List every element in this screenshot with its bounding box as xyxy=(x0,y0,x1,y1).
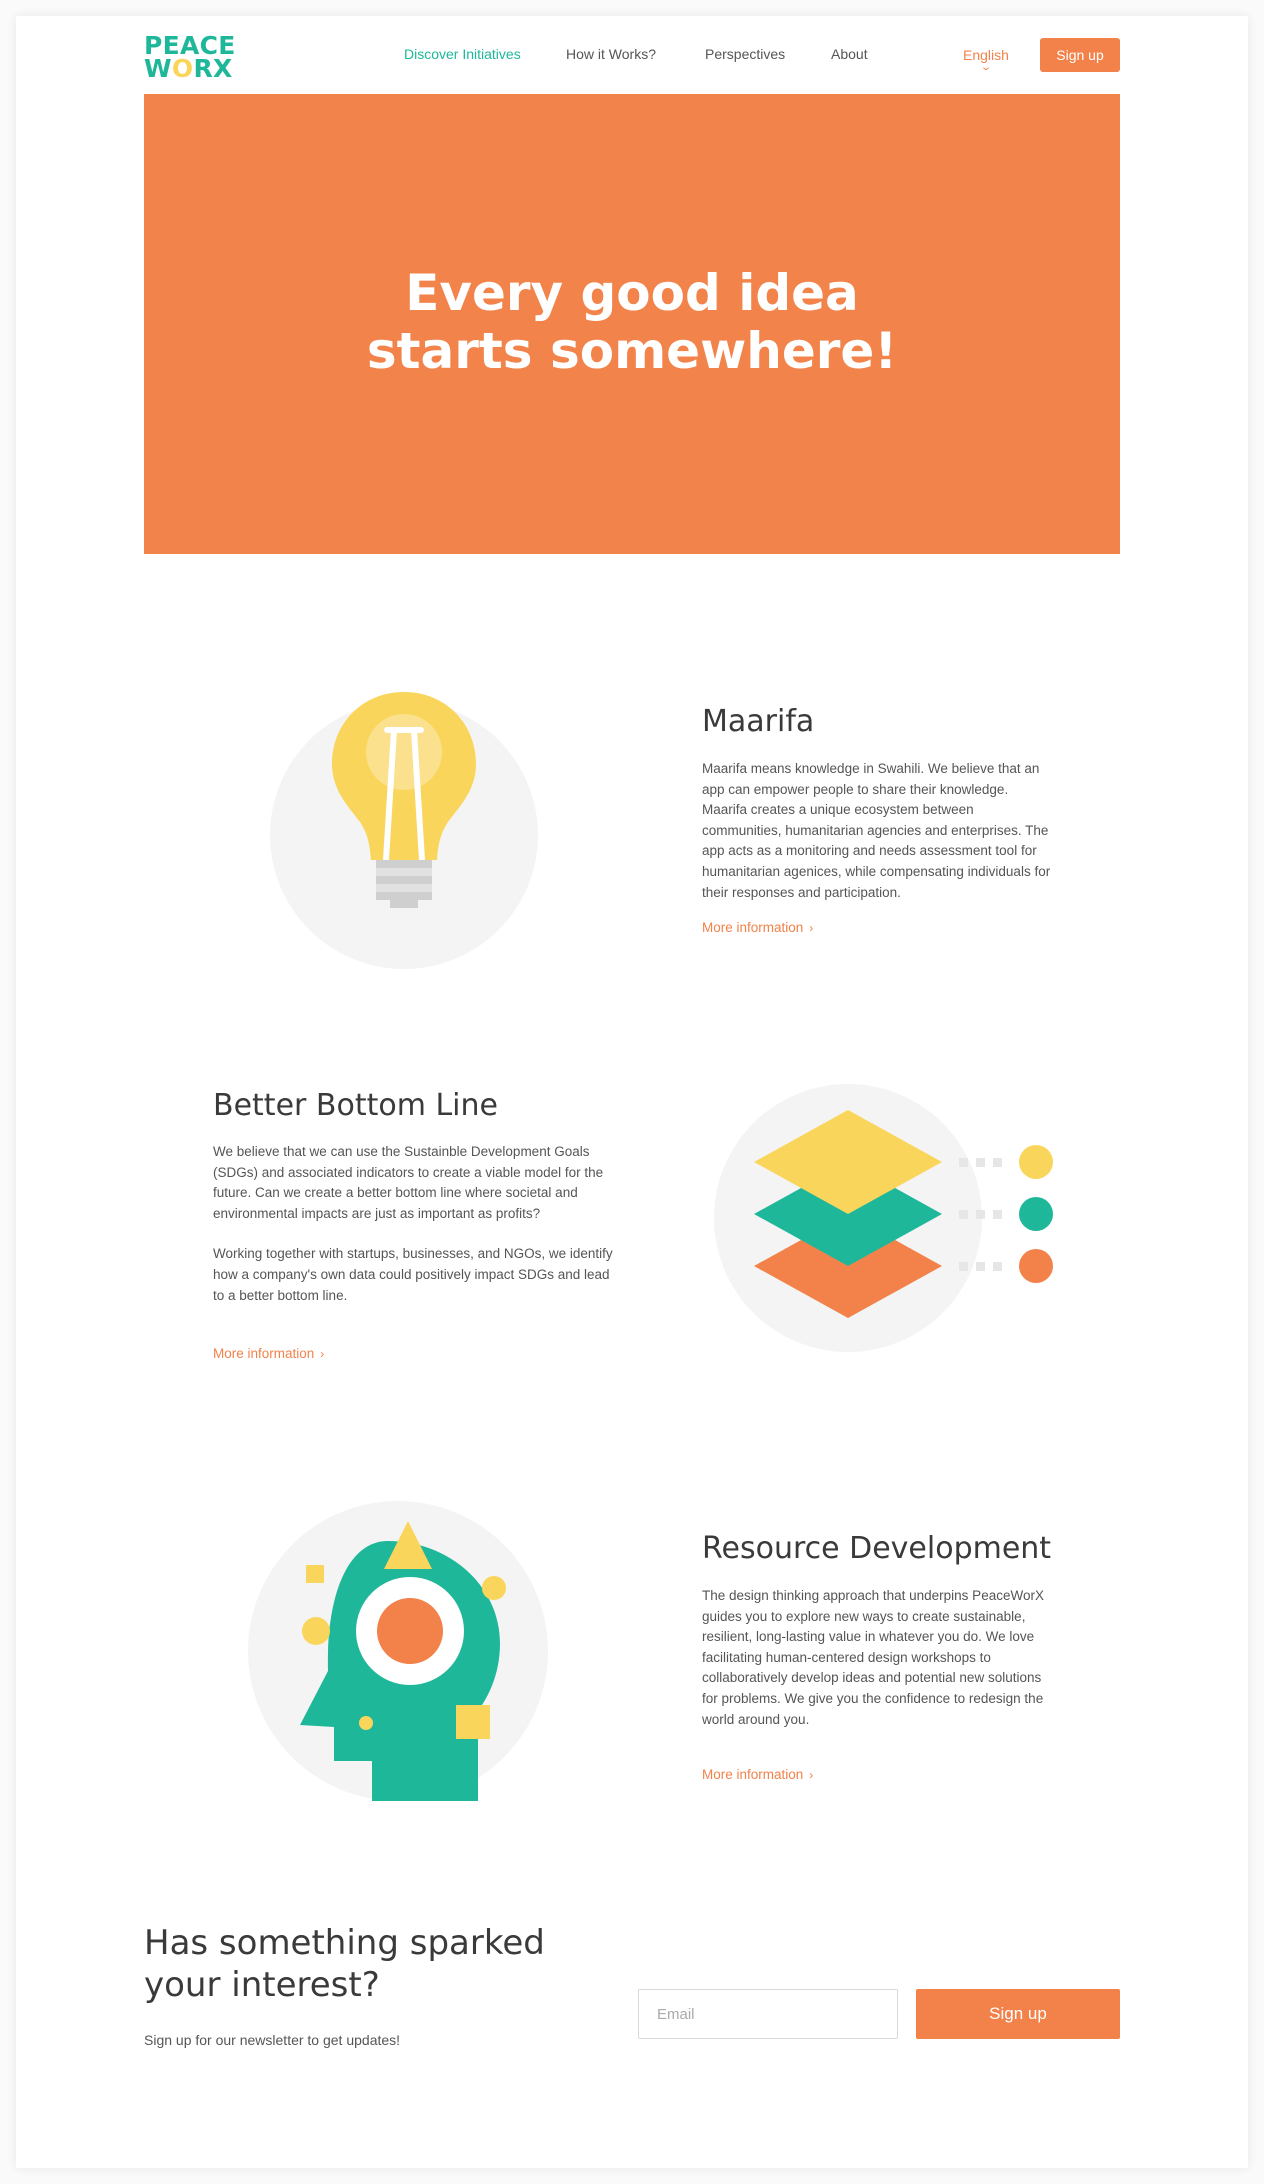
hero-banner: Every good idea starts somewhere! xyxy=(144,94,1120,554)
header-signup-button[interactable]: Sign up xyxy=(1040,38,1120,72)
hero-line-2: starts somewhere! xyxy=(366,322,898,380)
link-label: More information xyxy=(702,1767,804,1782)
section-text-better-bottom-line: We believe that we can use the Sustainbl… xyxy=(213,1142,613,1306)
section-title-better-bottom-line: Better Bottom Line xyxy=(213,1088,498,1123)
paragraph: Working together with startups, business… xyxy=(213,1246,613,1303)
more-info-link-maarifa[interactable]: More information › xyxy=(702,920,813,935)
chevron-right-icon: › xyxy=(320,1347,325,1361)
nav-perspectives[interactable]: Perspectives xyxy=(705,46,785,62)
paragraph: Maarifa means knowledge in Swahili. We b… xyxy=(702,761,1051,900)
page: PEACE WORX Discover Initiatives How it W… xyxy=(16,16,1248,2168)
lightbulb-icon xyxy=(270,692,538,969)
newsletter-signup-button[interactable]: Sign up xyxy=(916,1989,1120,2039)
section-text-resource-development: The design thinking approach that underp… xyxy=(702,1586,1054,1730)
more-info-link-better-bottom-line[interactable]: More information › xyxy=(213,1346,324,1361)
chevron-down-icon: ⌄ xyxy=(980,62,992,73)
head-idea-icon xyxy=(248,1501,548,1801)
layers-icon xyxy=(714,1084,1053,1352)
newsletter-title-line-2: your interest? xyxy=(144,1965,380,2005)
nav-how-it-works[interactable]: How it Works? xyxy=(566,46,656,62)
language-label: English xyxy=(963,47,1009,63)
hero-line-1: Every good idea xyxy=(405,264,859,322)
newsletter-title-line-1: Has something sparked xyxy=(144,1923,545,1963)
nav-discover-initiatives[interactable]: Discover Initiatives xyxy=(404,46,521,62)
paragraph: We believe that we can use the Sustainbl… xyxy=(213,1144,604,1221)
email-input[interactable] xyxy=(638,1989,898,2039)
peaceworx-logo[interactable]: PEACE WORX xyxy=(144,33,236,83)
chevron-right-icon: › xyxy=(809,921,814,935)
newsletter-subtitle: Sign up for our newsletter to get update… xyxy=(144,2032,401,2048)
hero-heading: Every good idea starts somewhere! xyxy=(144,264,1120,380)
section-title-maarifa: Maarifa xyxy=(702,704,815,739)
nav-about[interactable]: About xyxy=(831,46,868,62)
section-text-maarifa: Maarifa means knowledge in Swahili. We b… xyxy=(702,759,1052,903)
more-info-link-resource-development[interactable]: More information › xyxy=(702,1767,813,1782)
link-label: More information xyxy=(702,920,804,935)
section-title-resource-development: Resource Development xyxy=(702,1531,1052,1566)
newsletter-title: Has something sparked your interest? xyxy=(144,1922,545,2006)
paragraph: The design thinking approach that underp… xyxy=(702,1588,1044,1727)
logo-line-2: WORX xyxy=(144,54,233,83)
link-label: More information xyxy=(213,1346,315,1361)
language-selector[interactable]: English ⌄ xyxy=(963,47,1009,73)
chevron-right-icon: › xyxy=(809,1768,814,1782)
